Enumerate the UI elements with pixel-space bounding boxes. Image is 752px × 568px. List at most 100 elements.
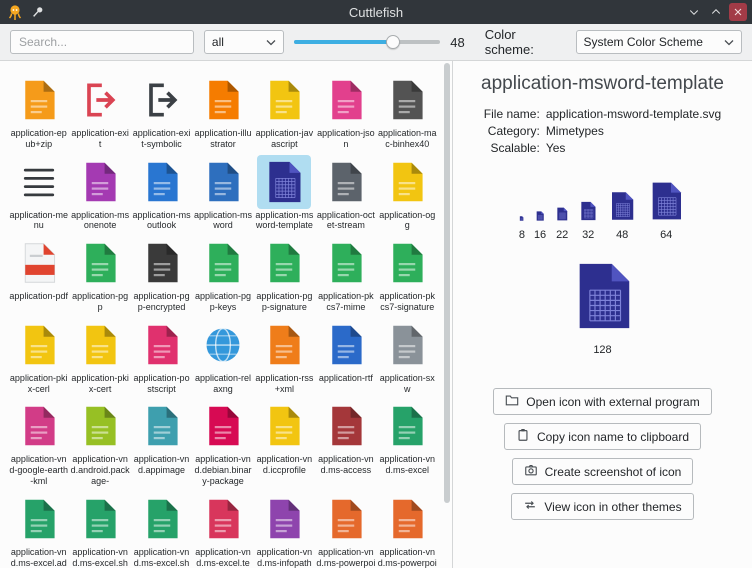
application-pkcs7-signature-icon — [380, 236, 434, 290]
search-input[interactable] — [10, 30, 194, 54]
icon-grid-item[interactable]: application-msword — [192, 155, 253, 232]
icon-grid-item[interactable]: application-json — [315, 73, 376, 150]
icon-label: application-pkix-cerl — [9, 373, 69, 395]
application-vnd.ms-infopath-icon — [257, 492, 311, 546]
icon-label: application-vnd.ms-excel.templat — [193, 547, 253, 568]
icon-grid-item[interactable]: application-vnd.ms-excel — [377, 399, 438, 486]
icon-grid-item[interactable]: application-vnd.ms-excel.addin.m — [8, 492, 69, 568]
size-preview-icon — [607, 191, 637, 226]
icon-grid-item[interactable]: application-epub+zip — [8, 73, 69, 150]
icon-label: application-vnd.debian.binary-package — [193, 454, 253, 486]
view-other-themes-button[interactable]: View icon in other themes — [511, 493, 693, 520]
icon-grid-item[interactable]: application-postscript — [131, 318, 192, 395]
icon-label: application-msonenote — [70, 210, 130, 232]
icon-grid-item[interactable]: application-vnd.ms-powerpoint.a — [377, 492, 438, 568]
icon-grid-item[interactable]: application-vnd.ms-infopath — [254, 492, 315, 568]
application-ogg-icon — [380, 155, 434, 209]
icon-grid-item[interactable]: application-pkcs7-mime — [315, 236, 376, 313]
icon-label: application-vnd.ms-excel.sheet.bi — [70, 547, 130, 568]
application-vnd.android.package--icon — [73, 399, 127, 453]
icon-grid-item[interactable]: application-sxw — [377, 318, 438, 395]
minimize-button[interactable] — [685, 3, 703, 21]
icon-label: application-rtf — [316, 373, 376, 384]
icon-grid-item[interactable]: application-pkcs7-signature — [377, 236, 438, 313]
icon-label: application-sxw — [377, 373, 437, 395]
icon-grid-item[interactable]: application-mac-binhex40 — [377, 73, 438, 150]
icon-grid-item[interactable]: application-octet-stream — [315, 155, 376, 232]
screenshot-button[interactable]: Create screenshot of icon — [512, 458, 694, 485]
size-preview-8[interactable]: 8 — [519, 208, 525, 241]
icon-grid-item[interactable]: application-pgp — [69, 236, 130, 313]
size-preview-22[interactable]: 22 — [555, 207, 569, 241]
screenshot-icon — [524, 463, 538, 480]
chevron-down-icon — [266, 35, 276, 49]
color-scheme-dropdown[interactable]: System Color Scheme — [576, 30, 742, 54]
icon-grid-item[interactable]: application-vnd.ms-access — [315, 399, 376, 486]
icon-grid-item[interactable]: application-rtf — [315, 318, 376, 395]
size-preview-32[interactable]: 32 — [578, 201, 598, 241]
color-scheme-value: System Color Scheme — [584, 35, 703, 49]
icon-grid-item[interactable]: application-vnd.ms-powerpoint — [315, 492, 376, 568]
scrollbar-thumb[interactable] — [444, 63, 450, 503]
icon-grid-item[interactable]: application-msonenote — [69, 155, 130, 232]
close-button[interactable] — [729, 3, 747, 21]
icon-label: application-vnd-google-earth-kml — [9, 454, 69, 486]
category-filter-value: all — [212, 35, 224, 49]
pin-icon[interactable] — [29, 3, 47, 21]
icon-grid-item[interactable]: application-vnd.appimage — [131, 399, 192, 486]
icon-grid-item[interactable]: application-vnd.debian.binary-package — [192, 399, 253, 486]
category-filter-dropdown[interactable]: all — [204, 30, 284, 54]
application-pdf-icon — [12, 236, 66, 290]
open-external-button[interactable]: Open icon with external program — [493, 388, 711, 415]
slider-handle[interactable] — [386, 35, 400, 49]
icon-size-slider[interactable] — [294, 30, 441, 54]
application-exit-icon — [73, 73, 127, 127]
icon-grid: application-epub+zip application-exit ap… — [0, 61, 452, 568]
icon-grid-item[interactable]: application-relaxng — [192, 318, 253, 395]
button-label: View icon in other themes — [544, 500, 681, 514]
maximize-button[interactable] — [707, 3, 725, 21]
icon-grid-item[interactable]: application-pgp-signature — [254, 236, 315, 313]
icon-grid-item[interactable]: application-vnd.ms-excel.sheet.bi — [69, 492, 130, 568]
icon-grid-item[interactable]: application-exit — [69, 73, 130, 150]
size-preview-icon — [646, 181, 686, 226]
application-pkcs7-mime-icon — [319, 236, 373, 290]
field-value: Mimetypes — [546, 124, 721, 138]
size-preview-48[interactable]: 48 — [607, 191, 637, 241]
application-msoutlook-icon — [135, 155, 189, 209]
app-icon[interactable] — [6, 3, 24, 21]
icon-grid-item[interactable]: application-pgp-encrypted — [131, 236, 192, 313]
icon-grid-item[interactable]: application-vnd-google-earth-kml — [8, 399, 69, 486]
icon-grid-item[interactable]: application-vnd.ms-excel.templat — [192, 492, 253, 568]
application-msword-template-icon — [257, 155, 311, 209]
icon-grid-item[interactable]: application-rss+xml — [254, 318, 315, 395]
icon-grid-item[interactable]: application-ogg — [377, 155, 438, 232]
size-preview-16[interactable]: 16 — [534, 208, 546, 241]
application-pgp-icon — [73, 236, 127, 290]
icon-label: application-vnd.iccprofile — [254, 454, 314, 476]
application-pgp-signature-icon — [257, 236, 311, 290]
copy-name-button[interactable]: Copy icon name to clipboard — [504, 423, 701, 450]
icon-grid-item[interactable]: application-pdf — [8, 236, 69, 313]
icon-grid-item[interactable]: application-vnd.ms-excel.sheet.m — [131, 492, 192, 568]
size-preview-icon — [519, 208, 524, 226]
icon-grid-item[interactable]: application-msword-template — [254, 155, 315, 232]
icon-label: application-illustrator — [193, 128, 253, 150]
icon-grid-item[interactable]: application-vnd.android.package- — [69, 399, 130, 486]
size-preview-64[interactable]: 64 — [646, 181, 686, 241]
icon-grid-item[interactable]: application-pkix-cert — [69, 318, 130, 395]
icon-grid-item[interactable]: application-menu — [8, 155, 69, 232]
icon-grid-item[interactable]: application-vnd.iccprofile — [254, 399, 315, 486]
icon-grid-item[interactable]: application-pkix-cerl — [8, 318, 69, 395]
icon-grid-item[interactable]: application-msoutlook — [131, 155, 192, 232]
application-vnd.ms-powerpoint.a-icon — [380, 492, 434, 546]
icon-grid-item[interactable]: application-pgp-keys — [192, 236, 253, 313]
icon-grid-item[interactable]: application-exit-symbolic — [131, 73, 192, 150]
application-msonenote-icon — [73, 155, 127, 209]
icon-grid-item[interactable]: application-javascript — [254, 73, 315, 150]
application-mac-binhex40-icon — [380, 73, 434, 127]
icon-grid-item[interactable]: application-illustrator — [192, 73, 253, 150]
icon-label: application-vnd.ms-powerpoint.a — [377, 547, 437, 568]
icon-label: application-exit-symbolic — [132, 128, 192, 150]
icon-label: application-vnd.ms-excel — [377, 454, 437, 476]
